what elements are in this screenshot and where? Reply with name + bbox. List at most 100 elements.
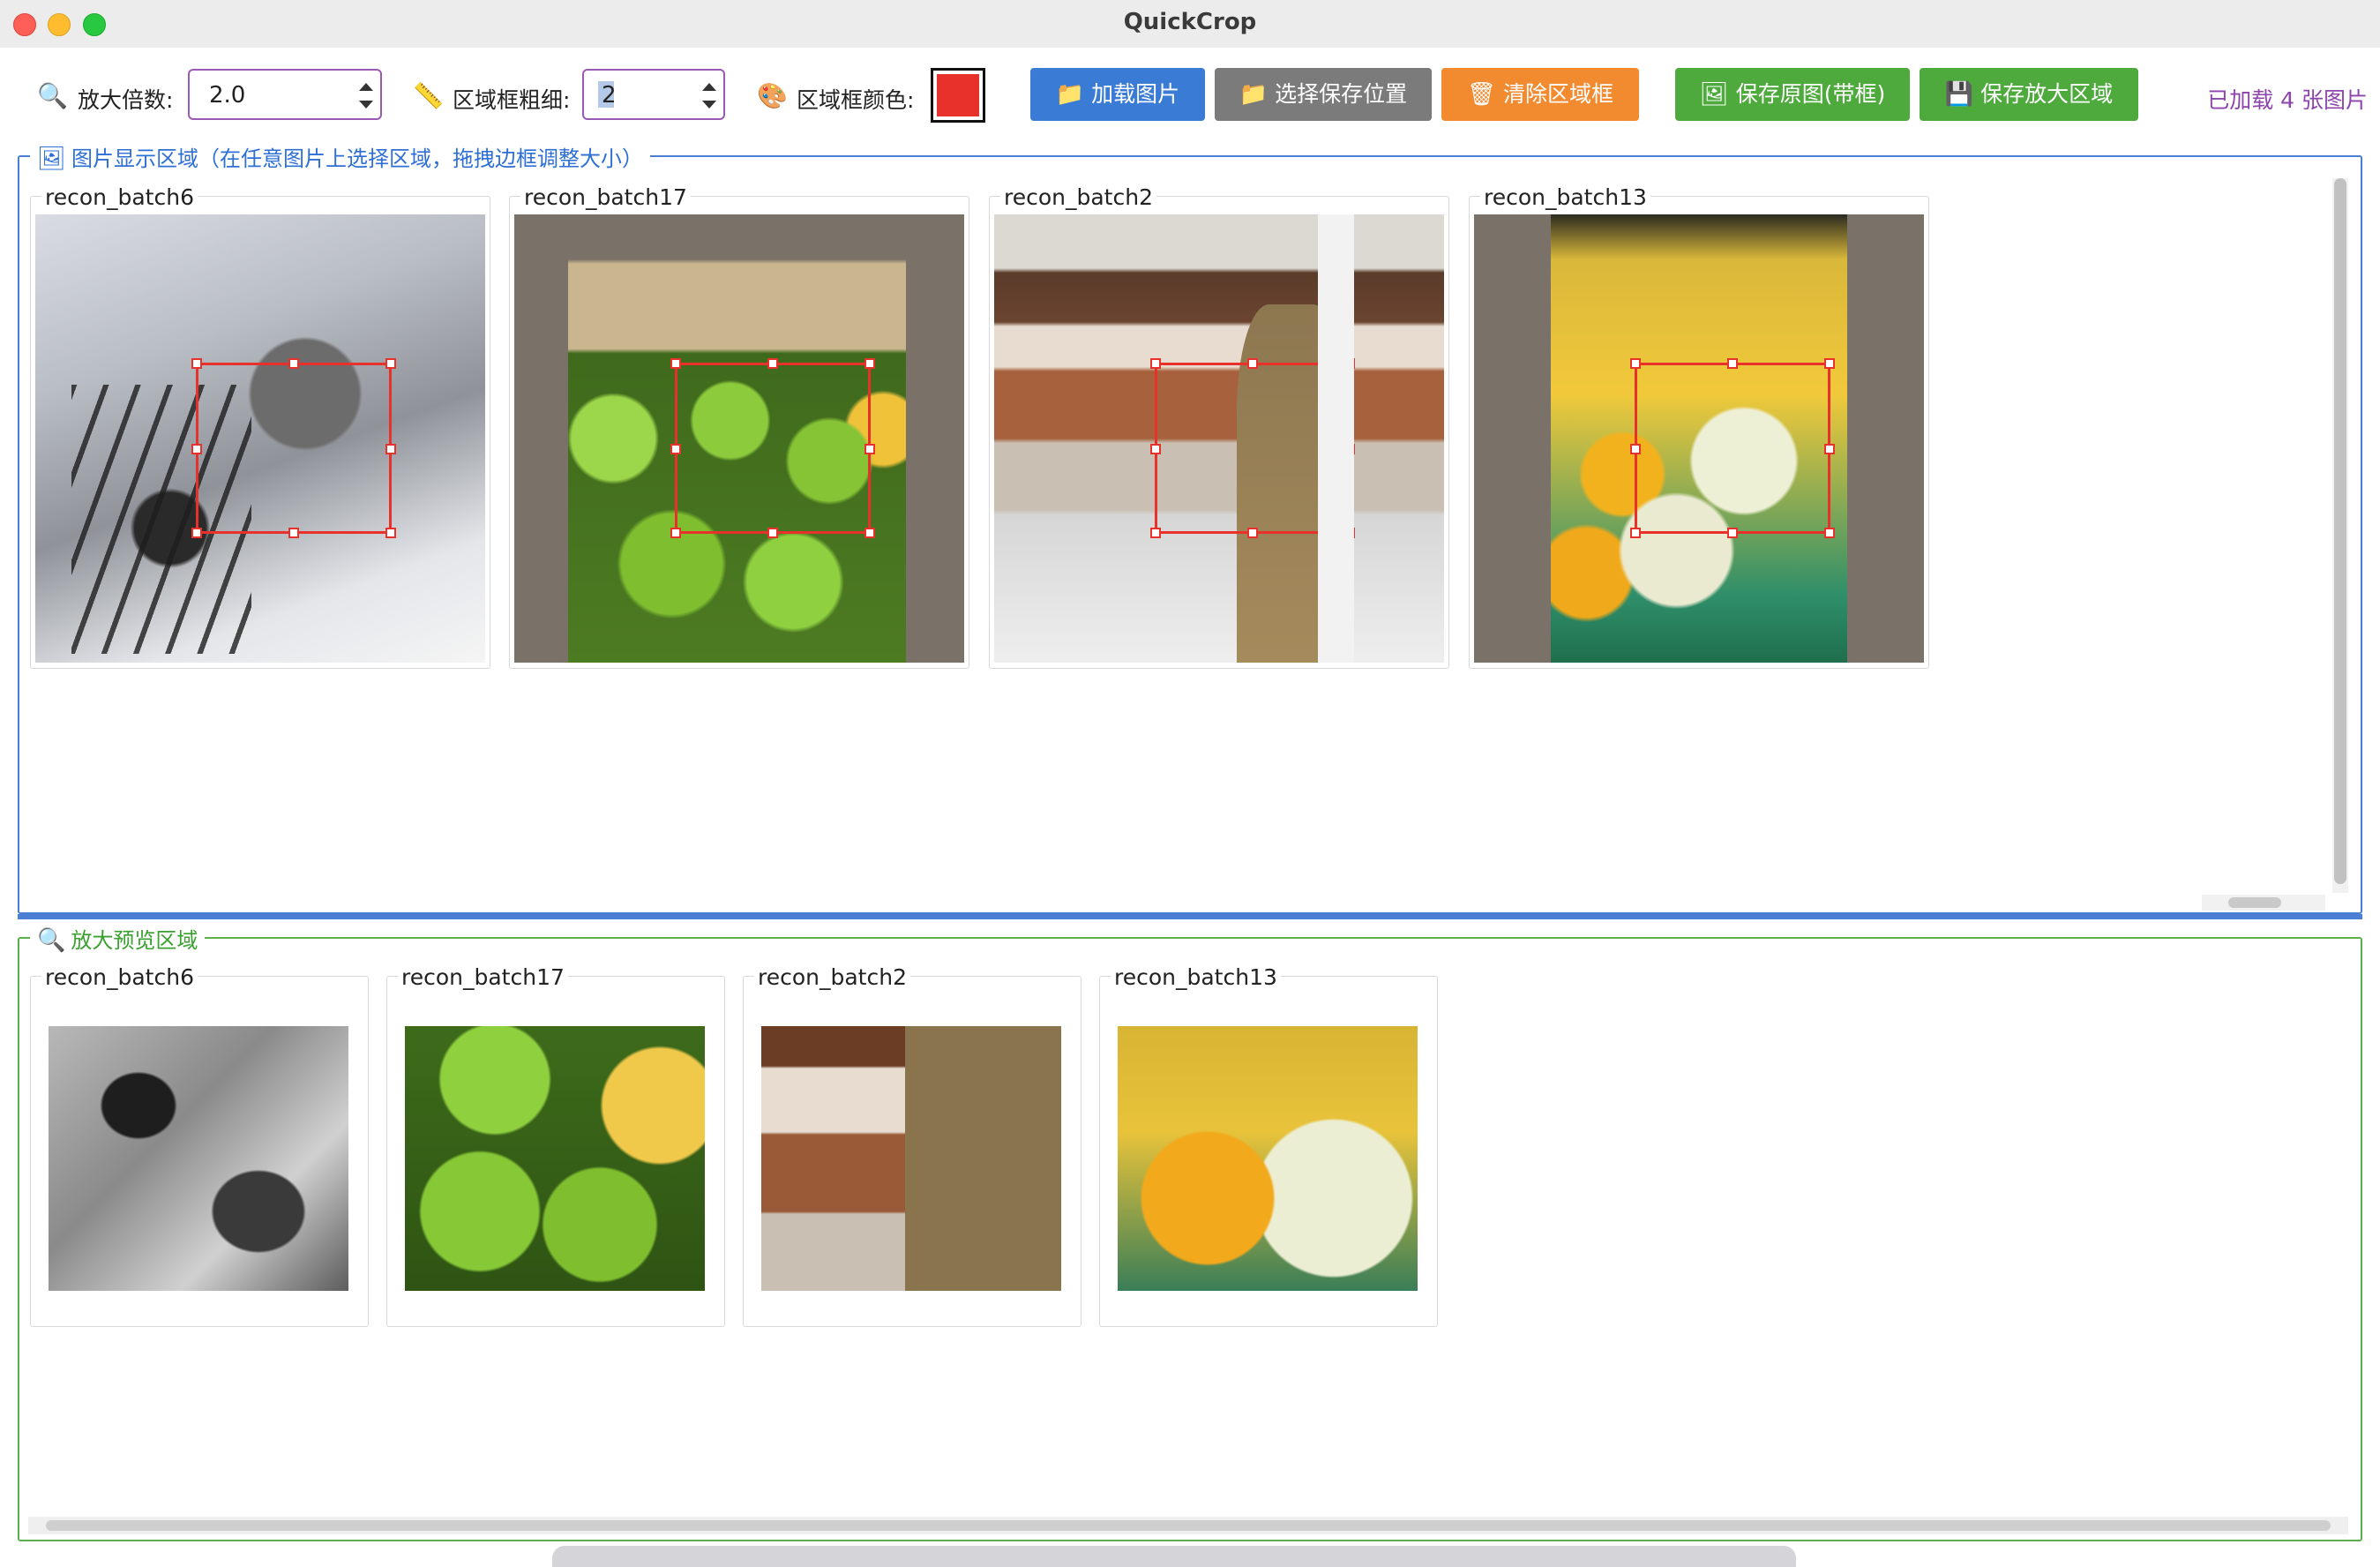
save-zoom-region-label: 保存放大区域 [1980, 81, 2114, 107]
load-status-text: 已加载 4 张图片 [2207, 87, 2368, 113]
resize-handle[interactable] [1344, 358, 1355, 369]
resize-handle[interactable] [1344, 528, 1355, 538]
picture-icon: 🖼 [37, 146, 67, 172]
image-card-recon-batch13: recon_batch13 [1469, 184, 1929, 669]
zoom-label: 放大倍数: [78, 87, 174, 113]
image-name: recon_batch17 [520, 184, 691, 210]
app-window: QuickCrop 🔍 放大倍数: 2.0 📏 区域框粗细: 2 🎨 区域框颜色… [0, 0, 2380, 1567]
resize-handle[interactable] [191, 444, 202, 454]
vertical-scrollbar[interactable] [2332, 178, 2348, 893]
color-swatch-fill [937, 74, 979, 116]
resize-handle[interactable] [288, 528, 299, 538]
stepper-down-icon[interactable] [359, 101, 373, 109]
resize-handle[interactable] [767, 528, 778, 538]
image-canvas[interactable] [994, 214, 1444, 663]
color-label: 区域框颜色: [797, 87, 915, 113]
selection-rectangle[interactable] [1150, 358, 1355, 538]
resize-handle[interactable] [385, 444, 396, 454]
preview-name: recon_batch2 [754, 964, 910, 990]
resize-handle[interactable] [1727, 528, 1738, 538]
resize-handle[interactable] [1247, 528, 1258, 538]
preview-card-recon-batch17: recon_batch17 [386, 964, 725, 1327]
preview-name: recon_batch13 [1111, 964, 1281, 990]
image-card-recon-batch17: recon_batch17 [509, 184, 969, 669]
stepper-down-icon[interactable] [702, 101, 716, 109]
resize-handle[interactable] [385, 528, 396, 538]
zoom-preview-title: 🔍 放大预览区域 [30, 923, 206, 954]
resize-handle[interactable] [288, 358, 299, 369]
resize-handle[interactable] [1727, 358, 1738, 369]
load-images-button[interactable]: 📁 加载图片 [1030, 68, 1205, 121]
load-images-label: 加载图片 [1091, 81, 1180, 107]
save-zoom-region-button[interactable]: 💾 保存放大区域 [1920, 68, 2138, 121]
choose-save-location-label: 选择保存位置 [1275, 81, 1408, 107]
trash-icon: 🗑 [1466, 81, 1496, 108]
resize-handle[interactable] [864, 444, 875, 454]
horizontal-scrollbar[interactable] [28, 1517, 2348, 1534]
stepper-up-icon[interactable] [702, 83, 716, 91]
scrollbar-thumb[interactable] [2334, 178, 2346, 884]
image-canvas[interactable] [1474, 214, 1924, 663]
title-bar: QuickCrop [0, 0, 2380, 49]
stepper-up-icon[interactable] [359, 83, 373, 91]
resize-handle[interactable] [385, 358, 396, 369]
resize-handle[interactable] [1824, 528, 1835, 538]
folder-icon: 📁 [1055, 81, 1085, 108]
image-canvas[interactable] [514, 214, 964, 663]
image-name: recon_batch6 [41, 184, 198, 210]
resize-handle[interactable] [670, 528, 681, 538]
preview-card-recon-batch13: recon_batch13 [1099, 964, 1438, 1327]
palette-icon: 🎨 [757, 81, 788, 110]
preview-name: recon_batch6 [41, 964, 198, 990]
color-swatch-button[interactable] [931, 68, 985, 123]
preview-name: recon_batch17 [398, 964, 568, 990]
scrollbar-thumb[interactable] [46, 1520, 2331, 1531]
resize-handle[interactable] [1150, 528, 1161, 538]
clear-selection-button[interactable]: 🗑 清除区域框 [1441, 68, 1639, 121]
selection-rectangle[interactable] [1630, 358, 1835, 538]
preview-image [49, 1026, 348, 1291]
selection-rectangle[interactable] [670, 358, 875, 538]
resize-handle[interactable] [767, 358, 778, 369]
image-name: recon_batch13 [1480, 184, 1650, 210]
ruler-icon: 📏 [413, 81, 444, 110]
resize-handle[interactable] [1247, 358, 1258, 369]
resize-handle[interactable] [1344, 444, 1355, 454]
thickness-spinbox[interactable]: 2 [582, 69, 725, 120]
image-canvas[interactable] [35, 214, 485, 663]
selection-rectangle[interactable] [191, 358, 396, 538]
resize-handle[interactable] [670, 358, 681, 369]
zoom-stepper[interactable] [357, 78, 375, 113]
resize-handle[interactable] [191, 528, 202, 538]
window-title: QuickCrop [1123, 9, 1257, 35]
resize-handle[interactable] [670, 444, 681, 454]
resize-handle[interactable] [1630, 444, 1641, 454]
pane-splitter[interactable] [18, 914, 2362, 919]
thickness-stepper[interactable] [700, 78, 718, 113]
resize-handle[interactable] [1150, 358, 1161, 369]
resize-handle[interactable] [864, 358, 875, 369]
resize-handle[interactable] [1630, 358, 1641, 369]
magnifier-icon: 🔍 [37, 927, 66, 954]
clear-selection-label: 清除区域框 [1503, 81, 1614, 107]
save-original-button[interactable]: 🖼 保存原图(带框) [1675, 68, 1910, 121]
horizontal-scrollbar[interactable] [2202, 895, 2325, 911]
scrollbar-thumb[interactable] [2228, 897, 2281, 908]
image-display-title-text: 图片显示区域（在任意图片上选择区域，拖拽边框调整大小） [71, 146, 644, 171]
resize-handle[interactable] [1150, 444, 1161, 454]
resize-handle[interactable] [1824, 358, 1835, 369]
choose-save-location-button[interactable]: 📁 选择保存位置 [1215, 68, 1432, 121]
preview-card-recon-batch6: recon_batch6 [30, 964, 369, 1327]
zoom-spinbox[interactable]: 2.0 [188, 69, 382, 120]
image-icon: 🖼 [1699, 81, 1729, 108]
zoom-preview-group: 🔍 放大预览区域 recon_batch6 recon_batch17 recon… [18, 923, 2362, 1541]
dock[interactable] [552, 1546, 1796, 1567]
image-display-title: 🖼 图片显示区域（在任意图片上选择区域，拖拽边框调整大小） [30, 141, 651, 172]
floppy-disk-icon: 💾 [1944, 81, 1974, 108]
resize-handle[interactable] [864, 528, 875, 538]
resize-handle[interactable] [1824, 444, 1835, 454]
resize-handle[interactable] [191, 358, 202, 369]
thickness-label: 区域框粗细: [453, 87, 571, 113]
preview-card-recon-batch2: recon_batch2 [743, 964, 1081, 1327]
resize-handle[interactable] [1630, 528, 1641, 538]
